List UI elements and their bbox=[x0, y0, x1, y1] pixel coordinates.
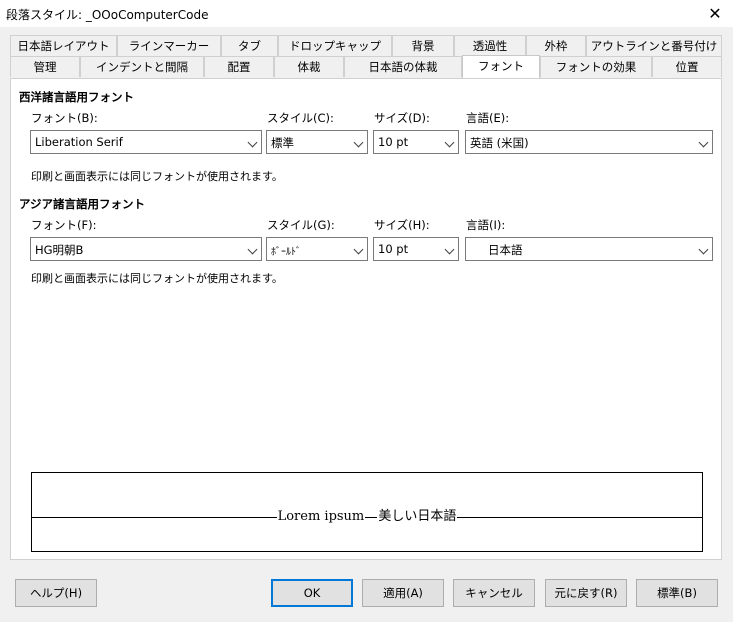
asian-font-value: HG明朝B bbox=[35, 243, 84, 257]
western-style-label: スタイル(C): bbox=[267, 111, 334, 125]
preview-latin-text: Lorem ipsum bbox=[276, 509, 366, 524]
tab-position[interactable]: 位置 bbox=[652, 56, 722, 77]
tab-text-flow[interactable]: 体裁 bbox=[274, 56, 344, 77]
window-title: 段落スタイル: _OOoComputerCode bbox=[6, 8, 209, 22]
western-size-label: サイズ(D): bbox=[374, 111, 430, 125]
title-bar: 段落スタイル: _OOoComputerCode ✕ bbox=[0, 0, 733, 28]
chevron-down-icon[interactable] bbox=[698, 137, 709, 148]
tab-transparency[interactable]: 透過性 bbox=[454, 35, 526, 56]
chevron-down-icon[interactable] bbox=[698, 244, 709, 255]
tab-tabs[interactable]: タブ bbox=[221, 35, 278, 56]
western-size-value: 10 pt bbox=[378, 135, 409, 149]
western-font-label: フォント(B): bbox=[31, 111, 98, 125]
preview-asian-text: 美しい日本語 bbox=[377, 509, 458, 524]
asian-style-value: ﾎﾞｰﾙﾄﾞ bbox=[271, 247, 301, 258]
ok-button[interactable]: OK bbox=[271, 579, 353, 607]
western-language-combo[interactable]: 英語 (米国) bbox=[465, 130, 713, 154]
tab-asian-typography[interactable]: 日本語の体裁 bbox=[344, 56, 462, 77]
standard-button[interactable]: 標準(B) bbox=[636, 579, 718, 607]
apply-button[interactable]: 適用(A) bbox=[362, 579, 444, 607]
asian-style-combo[interactable]: ﾎﾞｰﾙﾄﾞ bbox=[266, 237, 368, 261]
tab-japanese-layout[interactable]: 日本語レイアウト bbox=[10, 35, 117, 56]
reset-button[interactable]: 元に戻す(R) bbox=[545, 579, 627, 607]
western-size-combo[interactable]: 10 pt bbox=[373, 130, 459, 154]
western-font-note: 印刷と画面表示には同じフォントが使用されます。 bbox=[31, 170, 283, 183]
asian-size-combo[interactable]: 10 pt bbox=[373, 237, 459, 261]
asian-language-label: 言語(I): bbox=[466, 218, 506, 232]
western-style-combo[interactable]: 標準 bbox=[266, 130, 368, 154]
asian-style-label: スタイル(G): bbox=[267, 218, 335, 232]
help-button[interactable]: ヘルプ(H) bbox=[15, 579, 97, 607]
chevron-down-icon[interactable] bbox=[353, 244, 364, 255]
preview-text: Lorem ipsum 美しい日本語 bbox=[32, 505, 702, 524]
asian-language-combo[interactable]: 日本語 bbox=[465, 237, 713, 261]
tab-indents-spacing[interactable]: インデントと間隔 bbox=[80, 56, 204, 77]
chevron-down-icon[interactable] bbox=[247, 137, 258, 148]
tab-background[interactable]: 背景 bbox=[392, 35, 454, 56]
tab-font[interactable]: フォント bbox=[462, 55, 540, 78]
western-font-heading: 西洋諸言語用フォント bbox=[19, 90, 134, 104]
asian-font-note: 印刷と画面表示には同じフォントが使用されます。 bbox=[31, 272, 283, 285]
tab-organizer[interactable]: 管理 bbox=[10, 56, 80, 77]
font-preview: Lorem ipsum 美しい日本語 bbox=[31, 472, 703, 552]
tab-outline-numbering[interactable]: アウトラインと番号付け bbox=[586, 35, 722, 56]
tab-alignment[interactable]: 配置 bbox=[204, 56, 274, 77]
chevron-down-icon[interactable] bbox=[444, 244, 455, 255]
chevron-down-icon[interactable] bbox=[247, 244, 258, 255]
asian-font-label: フォント(F): bbox=[31, 218, 97, 232]
asian-size-value: 10 pt bbox=[378, 242, 409, 256]
asian-size-label: サイズ(H): bbox=[374, 218, 430, 232]
tab-line-marker[interactable]: ラインマーカー bbox=[117, 35, 221, 56]
chevron-down-icon[interactable] bbox=[353, 137, 364, 148]
western-language-value: 英語 (米国) bbox=[470, 136, 529, 150]
western-font-value: Liberation Serif bbox=[35, 135, 123, 149]
asian-font-heading: アジア諸言語用フォント bbox=[19, 197, 146, 211]
font-tab-panel: 西洋諸言語用フォント フォント(B): スタイル(C): サイズ(D): 言語(… bbox=[10, 78, 722, 560]
asian-language-value: 日本語 bbox=[488, 243, 523, 257]
chevron-down-icon[interactable] bbox=[444, 137, 455, 148]
cancel-button[interactable]: キャンセル bbox=[453, 579, 535, 607]
western-language-label: 言語(E): bbox=[466, 111, 510, 125]
asian-font-combo[interactable]: HG明朝B bbox=[30, 237, 262, 261]
tab-font-effects[interactable]: フォントの効果 bbox=[540, 56, 652, 77]
tab-borders[interactable]: 外枠 bbox=[526, 35, 586, 56]
close-icon[interactable]: ✕ bbox=[703, 2, 727, 26]
western-style-value: 標準 bbox=[271, 136, 294, 150]
tab-drop-cap[interactable]: ドロップキャップ bbox=[278, 35, 392, 56]
western-font-combo[interactable]: Liberation Serif bbox=[30, 130, 262, 154]
